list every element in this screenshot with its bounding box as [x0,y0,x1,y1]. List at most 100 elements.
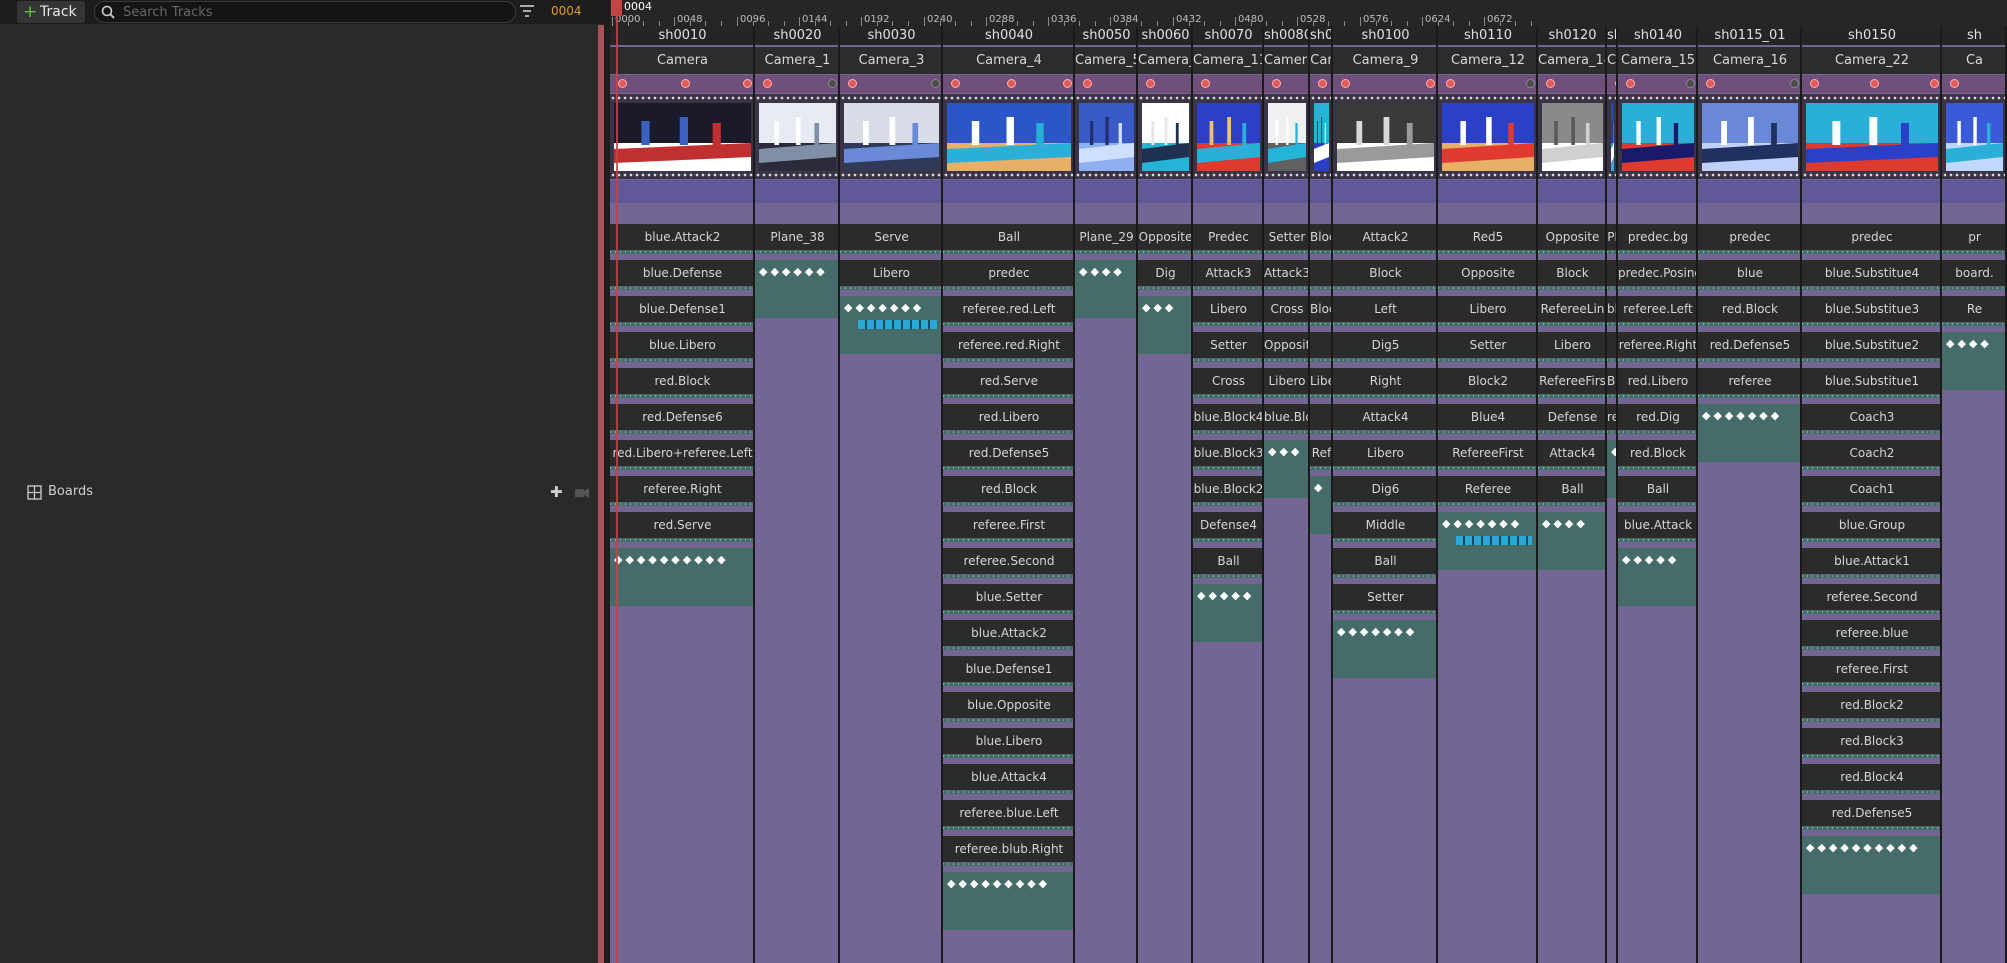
track-keyframe-bar[interactable] [1538,250,1607,254]
track-label[interactable]: predec.bg [1618,224,1698,250]
track-label[interactable]: red.Defense5 [943,440,1075,466]
track-keyframe-bar[interactable] [1310,466,1333,470]
track-row[interactable]: Libe [1310,368,1333,398]
keyframe-diamonds[interactable]: ◆◆◆◆ [1079,265,1125,278]
track-keyframe-bar[interactable] [1333,538,1438,542]
track-row[interactable]: red.Block [1618,440,1698,470]
track-label[interactable]: blue.Block2 [1193,476,1264,502]
track-keyframe-bar[interactable] [1698,322,1802,326]
shot-14[interactable]: sh0115_01 Camera_16 predec blue red.Block red… [1698,26,1802,963]
track-row[interactable]: Block2 [1438,368,1538,398]
track-row[interactable]: referee.Second [1802,584,1942,614]
track-row[interactable]: referee.blue.Left [943,800,1075,830]
track-label[interactable]: red.Libero+referee.Left [610,440,755,466]
shot-thumbnail-strip[interactable] [1698,94,1802,179]
track-row[interactable]: Serve [840,224,943,254]
keyframe-diamonds[interactable]: ◆◆◆◆◆◆◆ [1702,409,1782,422]
shot-10[interactable]: sh0110 Camera_12 Red5 Opposite Libero Setter B… [1438,26,1538,963]
track-label[interactable]: Attack4 [1538,440,1607,466]
track-row[interactable]: blue.Libero [943,728,1075,758]
track-row[interactable]: Setter [1333,584,1438,614]
track-keyframe-bar[interactable] [1438,250,1538,254]
track-row[interactable] [1310,404,1333,434]
track-label[interactable]: Re [1942,296,2007,322]
track-row[interactable]: blue.Attack2 [610,224,755,254]
track-label[interactable]: red.Block [943,476,1075,502]
track-keyframe-bar[interactable] [1333,610,1438,614]
shot-thumbnail-strip[interactable] [1264,94,1310,179]
track-keyframe-bar[interactable] [610,394,755,398]
shot-name[interactable]: sh0020 [755,26,840,45]
shot-15[interactable]: sh0150 Camera_22 predec blue.Substitue4 blue… [1802,26,1942,963]
track-keyframe-bar[interactable] [1310,286,1333,290]
track-label[interactable]: red.Block [1698,296,1802,322]
track-row[interactable]: Ball [1193,548,1264,578]
camera-icon[interactable] [575,487,589,498]
track-label[interactable]: Opposite [1438,260,1538,286]
track-row[interactable]: Predec [1193,224,1264,254]
track-keyframe-bar[interactable] [610,538,755,542]
track-label[interactable]: red.Serve [943,368,1075,394]
track-row[interactable]: blue.Block4 [1193,404,1264,434]
frame-counter[interactable]: 0004 [551,4,582,18]
track-keyframe-bar[interactable] [1264,430,1310,434]
camera-name[interactable]: Camera_11 [1193,47,1264,74]
track-label[interactable]: blue.Defense1 [610,296,755,322]
track-label[interactable]: Libero [1438,296,1538,322]
track-label[interactable]: Ball [1618,476,1698,502]
timeline-area[interactable]: 0000 0048 0096 0144 0192 0240 0288 0336 0384 0432… [610,0,2007,963]
track-row[interactable]: red.Serve [943,368,1075,398]
track-keyframe-bar[interactable] [1698,286,1802,290]
track-row[interactable]: Defense [1538,404,1607,434]
track-keyframe-bar[interactable] [610,250,755,254]
track-keyframe-bar[interactable] [1802,250,1942,254]
track-label[interactable]: blue.Libero [610,332,755,358]
add-board-button[interactable]: ✚ [550,483,563,501]
track-keyframe-bar[interactable] [1333,322,1438,326]
track-label[interactable]: Libero [840,260,943,286]
keyframe-dot[interactable] [1272,79,1281,88]
track-label[interactable]: Ref [1310,440,1333,466]
track-label[interactable]: Coach1 [1802,476,1942,502]
track-label[interactable]: Right [1333,368,1438,394]
keyframe-dot[interactable] [618,79,627,88]
keyframe-diamonds[interactable]: ◆◆◆ [1268,445,1302,458]
playhead-line[interactable] [616,0,618,963]
shot-name[interactable]: sh0050 [1075,26,1138,45]
animation-track-area[interactable]: ◆◆◆◆ [1075,260,1138,318]
selected-keyframes[interactable] [1456,536,1532,545]
track-label[interactable]: blue.Defense [610,260,755,286]
track-keyframe-bar[interactable] [943,646,1075,650]
camera-name[interactable]: Camera_12 [1438,47,1538,74]
track-keyframe-bar[interactable] [1333,286,1438,290]
track-row[interactable]: blue.Attack [1618,512,1698,542]
track-label[interactable]: Middle [1333,512,1438,538]
track-keyframe-bar[interactable] [1618,430,1698,434]
track-keyframe-bar[interactable] [1438,430,1538,434]
track-keyframe-bar[interactable] [1538,430,1607,434]
track-keyframe-bar[interactable] [1264,322,1310,326]
track-row[interactable]: Attack3 [1264,260,1310,290]
animation-track-area[interactable]: ◆◆◆◆◆◆◆◆◆ [943,872,1075,930]
track-row[interactable]: Bloc [1310,224,1333,254]
shot-1[interactable]: sh0020 Camera_1 Plane_38 ◆◆◆◆◆◆ [755,26,840,963]
camera-keyframe-row[interactable] [1438,75,1538,93]
track-label[interactable]: board. [1942,260,2007,286]
track-row[interactable]: Block [1538,260,1607,290]
shot-name[interactable]: sh0030 [840,26,943,45]
track-label[interactable]: Ball [1193,548,1264,574]
track-keyframe-bar[interactable] [1264,394,1310,398]
shot-thumbnail-strip[interactable] [1538,94,1607,179]
track-keyframe-bar[interactable] [943,754,1075,758]
track-row[interactable]: red.Libero [943,404,1075,434]
filter-icon[interactable] [519,3,535,19]
animation-track-area[interactable]: ◆◆◆◆◆◆◆◆◆◆ [1802,836,1942,894]
keyframe-diamonds[interactable]: ◆ [1314,481,1325,494]
track-keyframe-bar[interactable] [1310,322,1333,326]
track-row[interactable]: Libero [1333,440,1438,470]
track-keyframe-bar[interactable] [1802,466,1942,470]
shot-0[interactable]: sh0010 Camera blue.Attack2 blue.Defense blue… [610,26,755,963]
track-label[interactable]: Plane_29 [1075,224,1138,250]
track-keyframe-bar[interactable] [943,358,1075,362]
animation-track-area[interactable]: ◆◆◆◆◆◆◆ [1698,404,1802,462]
